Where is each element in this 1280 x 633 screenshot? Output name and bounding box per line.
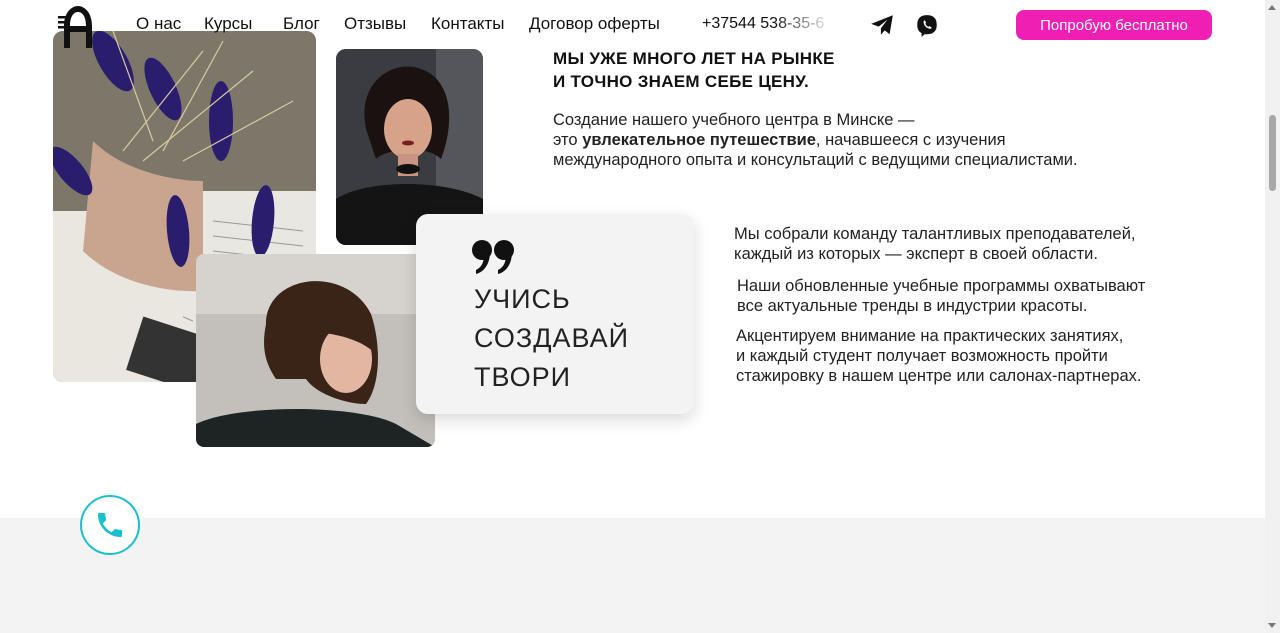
nav-about[interactable]: О нас: [136, 14, 181, 34]
logo[interactable]: [58, 4, 98, 48]
paragraph-team-line-1: Мы собрали команду талантливых преподава…: [734, 225, 1136, 243]
header-phone[interactable]: +37544 538-35-6: [702, 15, 834, 33]
next-section-background: [0, 518, 1265, 633]
quote-icon: [472, 240, 514, 274]
paragraph-team-line-2: каждый из которых — эксперт в своей обла…: [734, 245, 1098, 263]
page: УЧИСЬ СОЗДАВАЙ ТВОРИ МЫ УЖЕ МНОГО ЛЕТ НА…: [0, 0, 1265, 633]
paragraph-practice-line-2: и каждый студент получает возможность пр…: [736, 347, 1108, 365]
section-headline: МЫ УЖЕ МНОГО ЛЕТ НА РЫНКЕ И ТОЧНО ЗНАЕМ …: [553, 47, 835, 93]
headline-line-2: И ТОЧНО ЗНАЕМ СЕБЕ ЦЕНУ.: [553, 72, 810, 91]
quote-line-2: СОЗДАВАЙ: [474, 323, 630, 353]
intro-line-1: Создание нашего учебного центра в Минске…: [553, 111, 915, 129]
nav-offer-agreement[interactable]: Договор оферты: [529, 14, 660, 34]
viber-icon[interactable]: [914, 13, 940, 39]
intro-bold-text: увлекательное путешествие: [582, 131, 816, 149]
headline-line-1: МЫ УЖЕ МНОГО ЛЕТ НА РЫНКЕ: [553, 49, 835, 68]
intro-line-3: международного опыта и консультаций с ве…: [553, 151, 1078, 169]
call-button[interactable]: [80, 495, 140, 555]
telegram-icon[interactable]: [869, 12, 895, 38]
paragraph-practice-line-3: стажировку в нашем центре или салонах-па…: [736, 367, 1142, 385]
paragraph-programs: Наши обновленные учебные программы охват…: [737, 276, 1145, 316]
nav-blog[interactable]: Блог: [283, 14, 320, 34]
site-header: О нас Курсы Блог Отзывы Контакты Договор…: [0, 0, 1265, 48]
paragraph-practice: Акцентируем внимание на практических зан…: [736, 326, 1142, 386]
intro-text: Создание нашего учебного центра в Минске…: [553, 110, 1078, 170]
scroll-thumb[interactable]: [1269, 115, 1276, 191]
paragraph-programs-line-1: Наши обновленные учебные программы охват…: [737, 277, 1146, 295]
nav-contacts[interactable]: Контакты: [431, 14, 504, 34]
haircut-illustration: [196, 254, 435, 447]
paragraph-practice-line-1: Акцентируем внимание на практических зан…: [736, 327, 1124, 345]
bob-haircut-photo: [196, 254, 435, 447]
quote-card: УЧИСЬ СОЗДАВАЙ ТВОРИ: [416, 214, 694, 414]
nav-courses[interactable]: Курсы: [204, 14, 252, 34]
intro-line-2: это увлекательное путешествие, начавшеес…: [553, 130, 1078, 150]
nav-reviews[interactable]: Отзывы: [344, 14, 406, 34]
intro-line-2-suffix: , начавшееся с изучения: [815, 131, 1006, 149]
scroll-down-icon[interactable]: [1268, 623, 1276, 628]
paragraph-team: Мы собрали команду талантливых преподава…: [734, 224, 1136, 264]
quote-line-3: ТВОРИ: [474, 362, 572, 392]
phone-icon: [98, 513, 122, 537]
scroll-up-icon[interactable]: [1268, 5, 1276, 10]
quote-line-1: УЧИСЬ: [474, 284, 571, 314]
intro-line-2-prefix: это: [553, 131, 583, 149]
try-free-button[interactable]: Попробую бесплатно: [1016, 10, 1212, 40]
paragraph-programs-line-2: все актуальные тренды в индустрии красот…: [737, 297, 1088, 315]
page-scrollbar[interactable]: [1265, 0, 1280, 633]
